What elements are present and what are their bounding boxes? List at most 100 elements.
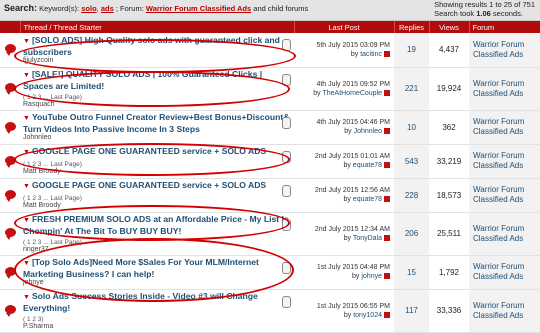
highlight-oval xyxy=(14,205,290,241)
views-count: 1,792 xyxy=(429,255,469,290)
last-post-user-link[interactable]: equate78 xyxy=(353,196,382,203)
header-forum[interactable]: Forum xyxy=(469,21,540,33)
last-post-cell: 2nd July 2015 12:34 AM by TonyDala xyxy=(294,212,394,256)
last-post-date: 4th July 2015 04:46 PM xyxy=(316,119,390,126)
thread-cell: ▼ YouTube Outro Funnel Creator Review+Bes… xyxy=(20,110,294,145)
last-post-cell: 4th July 2015 04:46 PM by Johnnleo xyxy=(294,110,394,145)
search-results-page: Search: Keyword(s): solo, ads ; Forum: W… xyxy=(0,0,540,333)
search-stats: Showing results 1 to 25 of 751 Search to… xyxy=(434,0,540,20)
table-header-row: Thread / Thread Starter Last Post Replie… xyxy=(0,21,540,33)
last-post-by: by TheAtHomeCouple xyxy=(294,89,390,98)
views-count: 18,573 xyxy=(429,178,469,213)
header-replies[interactable]: Replies xyxy=(394,21,430,33)
thread-status-icon xyxy=(4,189,16,202)
last-post-date: 2nd July 2015 12:56 AM xyxy=(314,187,390,194)
keyword-link-ads[interactable]: ads xyxy=(101,4,114,13)
forum-link[interactable]: Warrior Forum Classified Ads xyxy=(146,4,251,13)
forum-suffix: and child forums xyxy=(253,4,309,13)
forum-name-link[interactable]: Warrior Forum Classified Ads xyxy=(473,79,524,98)
go-to-last-post-icon[interactable] xyxy=(384,311,390,318)
replies-count[interactable]: 206 xyxy=(405,229,418,238)
last-post-date: 2nd July 2015 12:34 AM xyxy=(314,225,390,233)
search-time-prefix: Search took xyxy=(434,8,475,18)
replies-cell[interactable]: 228 xyxy=(394,178,429,213)
thread-status-cell xyxy=(0,33,20,68)
go-to-last-post-icon[interactable] xyxy=(384,196,390,203)
hot-arrow-icon: ▼ xyxy=(23,115,30,122)
replies-count[interactable]: 15 xyxy=(407,268,416,277)
go-to-last-post-icon[interactable] xyxy=(384,273,390,280)
go-to-last-post-icon[interactable] xyxy=(384,234,390,241)
keyword-link-solo[interactable]: solo xyxy=(81,4,96,13)
replies-count[interactable]: 117 xyxy=(405,306,418,315)
forum-cell: Warrior Forum Classified Ads xyxy=(469,144,540,179)
header-last-post[interactable]: Last Post xyxy=(294,21,395,33)
forum-cell: Warrior Forum Classified Ads xyxy=(469,289,540,333)
search-summary-bar: Search: Keyword(s): solo, ads ; Forum: W… xyxy=(0,0,540,21)
last-post-user-link[interactable]: TonyDala xyxy=(353,235,382,242)
thread-title-link[interactable]: YouTube Outro Funnel Creator Review+Best… xyxy=(23,112,289,134)
last-post-by: by equate78 xyxy=(294,161,390,170)
replies-cell[interactable]: 15 xyxy=(394,255,429,290)
forum-name-link[interactable]: Warrior Forum Classified Ads xyxy=(473,262,524,281)
thread-starter[interactable]: Johnnleo xyxy=(23,134,291,142)
forum-cell: Warrior Forum Classified Ads xyxy=(469,212,540,256)
last-post-user-link[interactable]: johnye xyxy=(361,273,382,280)
go-to-last-post-icon[interactable] xyxy=(384,50,390,57)
last-post-user-link[interactable]: tony1024 xyxy=(353,312,382,319)
hot-arrow-icon: ▼ xyxy=(23,37,30,45)
search-time: Search took 1.06 seconds. xyxy=(434,8,535,19)
forum-name-link[interactable]: Warrior Forum Classified Ads xyxy=(473,117,524,136)
go-to-last-post-icon[interactable] xyxy=(384,89,390,96)
thread-meta: ( 1 2 3 ... Last Page) xyxy=(23,192,291,202)
last-post-by: by Johnnleo xyxy=(294,127,390,136)
search-time-suffix: seconds. xyxy=(492,8,523,18)
replies-count[interactable]: 19 xyxy=(407,45,416,54)
forum-cell: Warrior Forum Classified Ads xyxy=(469,110,540,145)
last-post-by: by tacitinc xyxy=(294,50,390,59)
last-post-date: 5th July 2015 03:09 PM xyxy=(316,41,390,49)
replies-count[interactable]: 543 xyxy=(405,157,418,166)
header-thread[interactable]: Thread / Thread Starter xyxy=(20,21,295,33)
thread-title-link[interactable]: GOOGLE PAGE ONE GUARANTEED service + SOL… xyxy=(32,180,266,190)
forum-name-link[interactable]: Warrior Forum Classified Ads xyxy=(473,185,524,204)
attachment-icon xyxy=(282,184,291,197)
last-post-by: by equate78 xyxy=(294,195,390,204)
forum-cell: Warrior Forum Classified Ads xyxy=(469,67,540,111)
forum-cell: Warrior Forum Classified Ads xyxy=(469,178,540,213)
replies-cell[interactable]: 543 xyxy=(394,144,429,179)
last-post-date: 4th July 2015 09:52 PM xyxy=(316,80,390,88)
last-post-by: by johnye xyxy=(294,272,390,281)
go-to-last-post-icon[interactable] xyxy=(384,162,390,169)
go-to-last-post-icon[interactable] xyxy=(384,128,390,135)
views-count: 33,336 xyxy=(429,289,469,333)
views-count: 25,511 xyxy=(429,212,469,256)
hot-arrow-icon: ▼ xyxy=(23,71,30,79)
thread-pages[interactable]: ( 1 2 3 ... Last Page) xyxy=(23,195,82,202)
thread-status-icon xyxy=(4,228,16,240)
forum-name-link[interactable]: Warrior Forum Classified Ads xyxy=(473,151,524,170)
last-post-user-link[interactable]: TheAtHomeCouple xyxy=(322,90,382,97)
header-views[interactable]: Views xyxy=(429,21,470,33)
last-post-user-link[interactable]: tacitinc xyxy=(360,51,382,58)
forum-name-link[interactable]: Warrior Forum Classified Ads xyxy=(473,224,524,243)
last-post-user-link[interactable]: equate78 xyxy=(353,162,382,169)
forum-name-link[interactable]: Warrior Forum Classified Ads xyxy=(473,40,524,59)
last-post-user-link[interactable]: Johnnleo xyxy=(354,128,382,135)
thread-pages[interactable]: ( 1 2 3) xyxy=(23,316,44,323)
replies-count[interactable]: 10 xyxy=(407,123,416,132)
attachment-icon xyxy=(282,116,291,129)
replies-cell[interactable]: 10 xyxy=(394,110,429,145)
replies-count[interactable]: 221 xyxy=(405,84,418,93)
replies-cell[interactable]: 19 xyxy=(394,33,429,68)
replies-cell[interactable]: 221 xyxy=(394,67,429,111)
replies-cell[interactable]: 117 xyxy=(394,289,429,333)
thread-starter[interactable]: P.Sharma xyxy=(23,323,291,331)
last-post-date: 1st July 2015 06:55 PM xyxy=(316,302,390,310)
forum-name-link[interactable]: Warrior Forum Classified Ads xyxy=(473,301,524,320)
highlight-oval xyxy=(14,39,296,73)
replies-cell[interactable]: 206 xyxy=(394,212,429,256)
replies-count[interactable]: 228 xyxy=(405,191,418,200)
header-icon xyxy=(0,21,21,33)
attachment-icon xyxy=(282,295,291,308)
